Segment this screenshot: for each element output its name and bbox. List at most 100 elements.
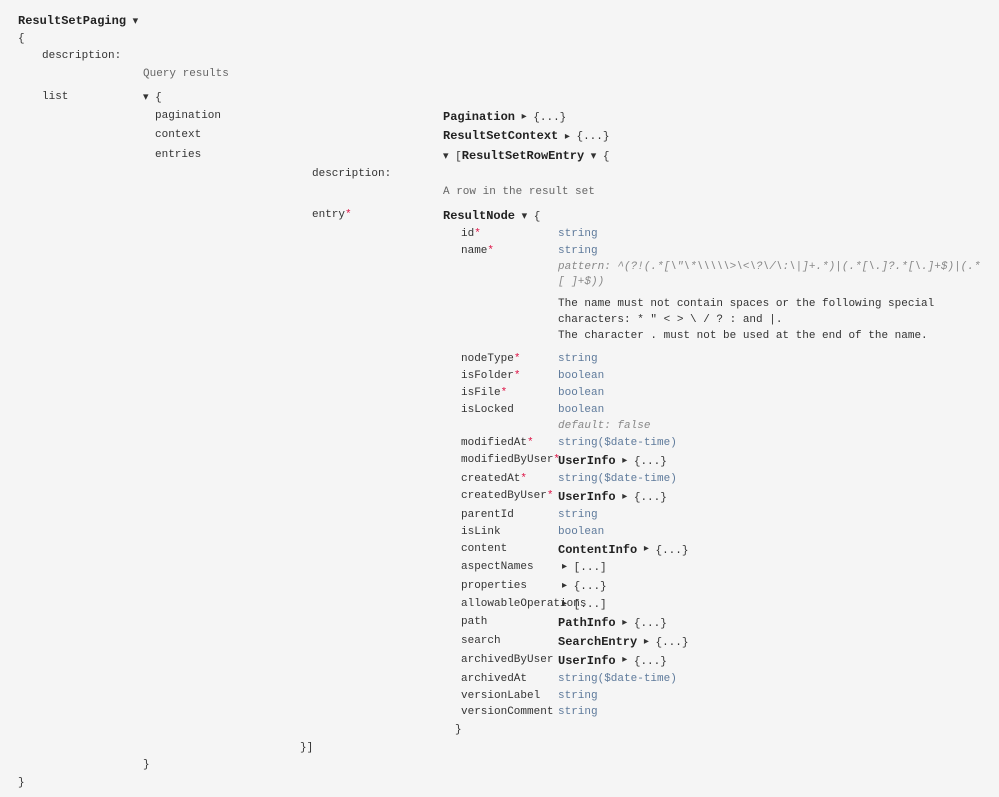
prop-name-modifiedat: modifiedAt	[461, 437, 527, 449]
collapsed-object[interactable]: {...}	[634, 492, 667, 504]
link-userinfo[interactable]: UserInfo	[558, 454, 616, 468]
prop-islocked: isLocked boolean default: false	[18, 403, 981, 435]
prop-aspectnames: aspectNames [...]	[18, 560, 981, 577]
link-searchentry[interactable]: SearchEntry	[558, 635, 637, 649]
prop-type-versionlabel: string	[558, 689, 981, 705]
prop-type-islocked: boolean	[558, 404, 604, 416]
prop-isfolder: isFolder* boolean	[18, 369, 981, 385]
link-pathinfo[interactable]: PathInfo	[558, 616, 616, 630]
close-root: }	[18, 775, 981, 792]
prop-search: search SearchEntry {...}	[18, 634, 981, 652]
link-userinfo[interactable]: UserInfo	[558, 490, 616, 504]
prop-createdat: createdAt* string($date-time)	[18, 472, 981, 488]
collapsed-array[interactable]: [...]	[574, 563, 607, 575]
chevron-right-icon[interactable]	[622, 616, 627, 631]
collapsed-object[interactable]: {...}	[655, 545, 688, 557]
link-resultsetrowentry[interactable]: ResultSetRowEntry	[462, 149, 584, 163]
chevron-down-icon[interactable]	[591, 148, 597, 165]
chevron-right-icon[interactable]	[565, 129, 570, 144]
prop-type-versioncomment: string	[558, 705, 981, 721]
rowentry-description-value: A row in the result set	[443, 184, 981, 201]
entry-row: entry* ResultNode {	[18, 207, 981, 226]
context-label: context	[155, 129, 201, 141]
chevron-right-icon[interactable]	[562, 579, 567, 594]
chevron-right-icon[interactable]	[622, 653, 627, 668]
collapsed-object[interactable]: {...}	[655, 637, 688, 649]
link-contentinfo[interactable]: ContentInfo	[558, 543, 637, 557]
link-resultnode[interactable]: ResultNode	[443, 209, 515, 223]
prop-name-versionlabel: versionLabel	[461, 690, 540, 702]
chevron-right-icon[interactable]	[644, 635, 649, 650]
pattern-value: ^(?!(.*[\"\*\\\\\>\<\?\/\:\|]+.*)|(.*[\.…	[558, 261, 980, 289]
chevron-right-icon[interactable]	[562, 560, 567, 575]
required-mark: *	[514, 370, 521, 382]
prop-name-name: name	[461, 245, 487, 257]
prop-name-versioncomment: versionComment	[461, 706, 553, 718]
collapsed-object[interactable]: {...}	[634, 456, 667, 468]
close-brace: }	[143, 759, 150, 771]
prop-modifiedbyuser: modifiedByUser* UserInfo {...}	[18, 453, 981, 471]
list-label: list	[18, 91, 68, 103]
open-brace: {	[534, 211, 541, 223]
prop-name-createdbyuser: createdByUser	[461, 490, 547, 502]
chevron-down-icon[interactable]	[443, 148, 449, 165]
prop-name-properties: properties	[461, 580, 527, 592]
prop-type-id: string	[558, 227, 981, 243]
prop-archivedat: archivedAt string($date-time)	[18, 672, 981, 688]
prop-name: name* string pattern: ^(?!(.*[\"\*\\\\\>…	[18, 244, 981, 346]
prop-type-isfile: boolean	[558, 386, 981, 402]
prop-type-isfolder: boolean	[558, 369, 981, 385]
link-resultsetcontext[interactable]: ResultSetContext	[443, 129, 558, 143]
rowentry-description-value-row: A row in the result set	[18, 184, 981, 201]
prop-name-path: path	[461, 616, 487, 628]
chevron-right-icon[interactable]	[522, 109, 527, 124]
open-brace: {	[155, 92, 162, 104]
chevron-down-icon[interactable]	[522, 208, 528, 225]
chevron-right-icon[interactable]	[562, 597, 567, 612]
prop-name-archivedbyuser: archivedByUser	[461, 654, 553, 666]
prop-name-modifiedbyuser: modifiedByUser	[461, 454, 553, 466]
context-row: context ResultSetContext {...}	[18, 127, 981, 146]
prop-name-createdat: createdAt	[461, 473, 520, 485]
name-note-2: The character . must not be used at the …	[558, 329, 981, 345]
prop-nodetype: nodeType* string	[18, 352, 981, 368]
prop-createdbyuser: createdByUser* UserInfo {...}	[18, 489, 981, 507]
chevron-right-icon[interactable]	[622, 454, 627, 469]
entries-label: entries	[155, 149, 201, 161]
description-value: Query results	[143, 66, 288, 83]
collapsed-object[interactable]: {...}	[574, 581, 607, 593]
description-label: description:	[288, 168, 391, 180]
prop-islink: isLink boolean	[18, 525, 981, 541]
default-label: default:	[558, 420, 611, 432]
collapsed-array[interactable]: [...]	[574, 599, 607, 611]
collapsed-object[interactable]: {...}	[634, 656, 667, 668]
required-mark: *	[520, 473, 527, 485]
prop-versionlabel: versionLabel string	[18, 689, 981, 705]
chevron-down-icon[interactable]	[133, 13, 139, 30]
chevron-down-icon[interactable]	[143, 89, 149, 106]
collapsed-object[interactable]: {...}	[634, 618, 667, 630]
pagination-row: pagination Pagination {...}	[18, 108, 981, 127]
link-userinfo[interactable]: UserInfo	[558, 654, 616, 668]
required-mark: *	[547, 490, 554, 502]
close-brace: }	[18, 777, 25, 789]
root-description-row: description:	[18, 48, 981, 65]
chevron-right-icon[interactable]	[644, 542, 649, 557]
required-mark: *	[474, 228, 481, 240]
prop-type-archivedat: string($date-time)	[558, 672, 981, 688]
list-row: list {	[18, 89, 981, 107]
prop-properties: properties {...}	[18, 579, 981, 596]
prop-type-modifiedat: string($date-time)	[558, 436, 981, 452]
prop-name-aspectnames: aspectNames	[461, 561, 534, 573]
prop-name-search: search	[461, 635, 501, 647]
prop-name-id: id	[461, 228, 474, 240]
prop-name-nodetype: nodeType	[461, 353, 514, 365]
link-pagination[interactable]: Pagination	[443, 110, 515, 124]
prop-isfile: isFile* boolean	[18, 386, 981, 402]
close-resultnode: }	[18, 722, 981, 739]
collapsed-object[interactable]: {...}	[576, 131, 609, 143]
collapsed-object[interactable]: {...}	[533, 112, 566, 124]
chevron-right-icon[interactable]	[622, 490, 627, 505]
prop-name-islocked: isLocked	[461, 404, 514, 416]
schema-name-resultsetpaging[interactable]: ResultSetPaging	[18, 14, 126, 28]
